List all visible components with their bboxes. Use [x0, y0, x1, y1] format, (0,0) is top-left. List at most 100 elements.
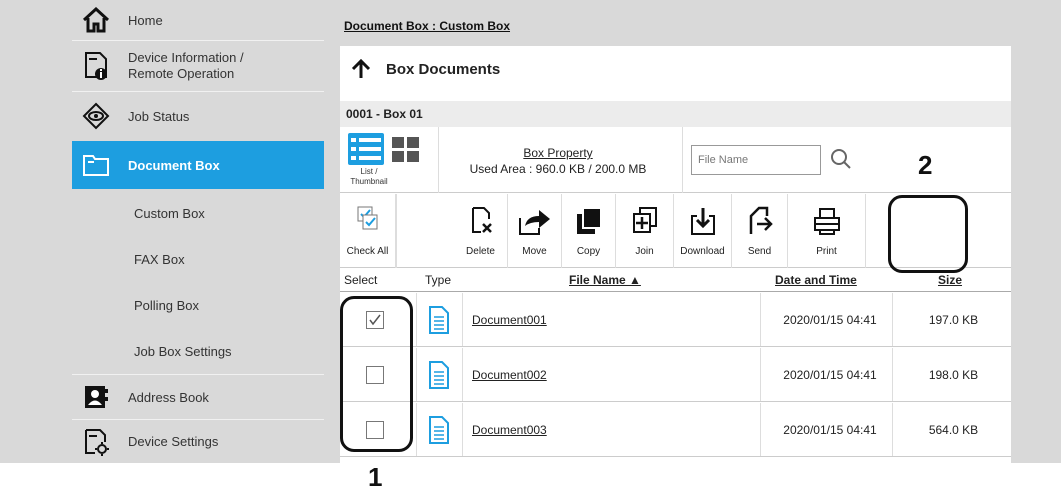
divider: [892, 293, 893, 346]
divider: [462, 403, 463, 456]
send-button[interactable]: Send: [732, 194, 788, 268]
tool-label: Send: [747, 246, 772, 257]
file-name-link[interactable]: Document003: [472, 423, 547, 437]
callout-box-print: [888, 195, 968, 273]
sidebar: Home Device Information / Remote Operati…: [72, 0, 324, 463]
tool-label: Join: [635, 246, 654, 257]
sidebar-item-label: Polling Box: [134, 297, 200, 313]
document-icon: [429, 306, 449, 334]
send-icon: [749, 206, 773, 234]
toolbar-gap: [396, 194, 397, 268]
column-header-select: Select: [344, 273, 378, 287]
divider: [416, 403, 417, 456]
address-book-icon: [82, 383, 110, 411]
sidebar-label-line: Device Information /: [128, 50, 244, 65]
used-area-text: Used Area : 960.0 KB / 200.0 MB: [469, 162, 647, 176]
eye-diamond-icon: [82, 102, 110, 130]
list-view-icon[interactable]: [348, 133, 384, 165]
view-toggle: List / Thumbnail: [346, 131, 436, 191]
tool-label: Print: [816, 246, 837, 257]
thumbnail-view-icon[interactable]: [392, 137, 420, 163]
table-row: Document001 2020/01/15 04:41 197.0 KB: [340, 293, 1011, 347]
tool-label: Delete: [466, 246, 495, 257]
delete-button[interactable]: Delete: [454, 194, 508, 268]
print-button[interactable]: Print: [788, 194, 866, 268]
up-arrow-icon[interactable]: [350, 58, 372, 80]
download-icon: [690, 208, 715, 235]
divider: [892, 348, 893, 401]
box-property: Box Property Used Area : 960.0 KB / 200.…: [444, 145, 672, 177]
file-size: 564.0 KB: [928, 423, 979, 437]
sidebar-item-device-settings[interactable]: Device Settings: [72, 420, 324, 463]
callout-number: 2: [918, 150, 933, 180]
file-date: 2020/01/15 04:41: [783, 368, 877, 382]
copy-button[interactable]: Copy: [562, 194, 616, 268]
divider: [416, 348, 417, 401]
divider: [760, 293, 761, 346]
callout-number: 1: [368, 462, 383, 492]
divider: [438, 127, 439, 193]
home-icon: [82, 6, 110, 34]
sidebar-item-document-box[interactable]: Document Box: [72, 141, 324, 189]
view-toggle-label: List / Thumbnail: [350, 167, 388, 186]
sidebar-item-polling-box[interactable]: Polling Box: [72, 282, 324, 328]
screen: Home Device Information / Remote Operati…: [0, 0, 1061, 495]
sidebar-item-device-information[interactable]: Device Information / Remote Operation: [72, 41, 324, 91]
column-header-date[interactable]: Date and Time: [775, 268, 857, 292]
sidebar-item-label: Custom Box: [134, 205, 205, 221]
sidebar-item-job-status[interactable]: Job Status: [72, 92, 324, 140]
file-name-link[interactable]: Document001: [472, 313, 547, 327]
file-size: 198.0 KB: [928, 368, 979, 382]
move-icon: [518, 210, 550, 235]
join-button[interactable]: Join: [616, 194, 674, 268]
sidebar-item-label: Job Status: [128, 108, 190, 124]
divider: [462, 348, 463, 401]
box-property-link[interactable]: Box Property: [444, 145, 672, 161]
divider: [462, 293, 463, 346]
divider: [682, 127, 683, 193]
tool-label: Copy: [576, 246, 601, 257]
delete-icon: [471, 207, 492, 233]
sidebar-item-label: Address Book: [128, 389, 209, 405]
printer-icon: [813, 208, 840, 235]
sidebar-item-label: FAX Box: [134, 251, 185, 267]
sidebar-item-fax-box[interactable]: FAX Box: [72, 236, 324, 282]
file-date: 2020/01/15 04:41: [783, 423, 877, 437]
sidebar-item-job-box-settings[interactable]: Job Box Settings: [72, 328, 324, 374]
sidebar-item-custom-box[interactable]: Custom Box: [72, 190, 324, 236]
document-icon: [429, 416, 449, 444]
file-name-link[interactable]: Document002: [472, 368, 547, 382]
folder-icon: [82, 151, 110, 179]
device-settings-icon: [82, 428, 110, 456]
sidebar-item-label: Job Box Settings: [134, 343, 232, 359]
check-all-icon: [357, 206, 377, 230]
sidebar-item-address-book[interactable]: Address Book: [72, 375, 324, 419]
sidebar-label-line: Remote Operation: [128, 66, 235, 81]
page-title-text: Box Documents: [386, 60, 501, 78]
tool-label: Move: [522, 246, 547, 257]
divider: [760, 403, 761, 456]
tool-label: Download: [680, 246, 725, 257]
callout-box-select: [340, 296, 413, 452]
breadcrumb[interactable]: Document Box : Custom Box: [344, 19, 510, 33]
file-size: 197.0 KB: [928, 313, 979, 327]
sidebar-item-home[interactable]: Home: [72, 0, 324, 40]
page-title: Box Documents: [350, 58, 500, 80]
column-header-type: Type: [425, 273, 452, 287]
sidebar-item-label: Home: [128, 12, 163, 28]
search-input[interactable]: File Name: [691, 145, 821, 175]
divider: [416, 293, 417, 346]
sidebar-item-label: Device Settings: [128, 434, 219, 449]
download-button[interactable]: Download: [674, 194, 732, 268]
search-icon[interactable]: [828, 146, 854, 172]
view-row: List / Thumbnail Box Property Used Area …: [340, 127, 1011, 193]
join-icon: [632, 207, 657, 233]
table-row: Document003 2020/01/15 04:41 564.0 KB: [340, 403, 1011, 457]
move-button[interactable]: Move: [508, 194, 562, 268]
divider: [892, 403, 893, 456]
check-all-button[interactable]: Check All: [340, 194, 396, 268]
device-info-icon: [82, 52, 110, 80]
table-row: Document002 2020/01/15 04:41 198.0 KB: [340, 348, 1011, 402]
tool-label: Check All: [346, 246, 389, 257]
column-header-file-name[interactable]: File Name ▲: [569, 268, 641, 292]
